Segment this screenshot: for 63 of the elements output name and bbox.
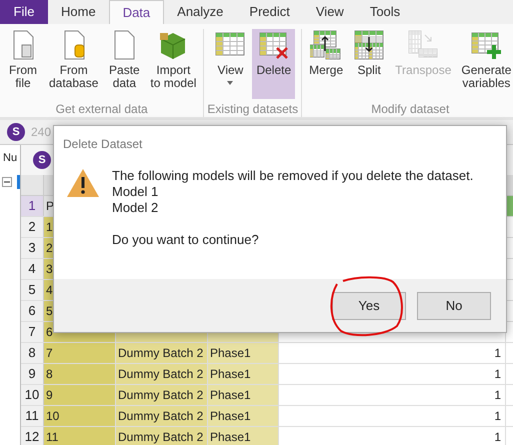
toolbar-text: 240 bbox=[31, 124, 52, 141]
ribbon-tab[interactable]: Data bbox=[108, 0, 164, 24]
table-cell: Dummy Batch 2 bbox=[116, 385, 208, 405]
table-cell: Dummy Batch 2 bbox=[116, 343, 208, 363]
dialog-message: The following models will be removed if you delete the dataset. bbox=[112, 168, 474, 184]
tree-selection bbox=[17, 175, 20, 189]
table-cell: Phase1 bbox=[208, 427, 279, 445]
row-number: 4 bbox=[21, 259, 44, 279]
row-number: 8 bbox=[21, 343, 44, 363]
row-number: 2 bbox=[21, 217, 44, 237]
table-cell: Dummy Batch 2 bbox=[116, 427, 208, 445]
table-cell: Phase1 bbox=[208, 385, 279, 405]
table-cell: Dummy Batch 2 bbox=[116, 406, 208, 426]
app-badge: S bbox=[33, 151, 51, 169]
ribbon-button[interactable]: From file bbox=[3, 29, 43, 99]
table-cell: 7 bbox=[44, 343, 116, 363]
table-cell: Phase1 bbox=[208, 406, 279, 426]
row-number: 10 bbox=[21, 385, 44, 405]
row-number: 6 bbox=[21, 301, 44, 321]
merge-icon bbox=[310, 29, 342, 61]
table-cell: 1 bbox=[279, 343, 506, 363]
table-cell: 10 bbox=[44, 406, 116, 426]
row-number: 1 bbox=[21, 196, 44, 216]
pane-header: Nu bbox=[2, 150, 18, 166]
ribbon-button[interactable]: Paste data bbox=[104, 29, 144, 99]
table-cell: 1 bbox=[279, 385, 506, 405]
row-number: 9 bbox=[21, 364, 44, 384]
table-cell: Phase1 bbox=[208, 343, 279, 363]
app-badge: S bbox=[7, 123, 25, 141]
row-number: 7 bbox=[21, 322, 44, 342]
table-cell: Dummy Batch 2 bbox=[116, 364, 208, 384]
row-number: 12 bbox=[21, 427, 44, 445]
row-number: 5 bbox=[21, 280, 44, 300]
table-cell: 1 bbox=[279, 427, 506, 445]
table-cell: 9 bbox=[44, 385, 116, 405]
ribbon-tab[interactable]: View bbox=[302, 0, 357, 24]
split-icon bbox=[353, 29, 386, 61]
ribbon-tab[interactable]: Home bbox=[48, 0, 109, 24]
row-number: 3 bbox=[21, 238, 44, 258]
ribbon-tab[interactable]: Tools bbox=[356, 0, 414, 24]
ribbon-tab[interactable]: Predict bbox=[236, 0, 303, 24]
group-label: Existing datasets bbox=[207, 101, 298, 118]
ribbon-button[interactable]: Import to model bbox=[146, 29, 200, 99]
ribbon-button[interactable]: From database bbox=[45, 29, 102, 99]
dialog-button[interactable]: No bbox=[417, 292, 491, 320]
dialog-title: Delete Dataset bbox=[63, 136, 142, 153]
ribbon-button[interactable]: Split bbox=[349, 29, 390, 99]
ribbon-tab[interactable]: Analyze bbox=[164, 0, 236, 24]
file-menu[interactable]: File bbox=[0, 0, 48, 24]
table-cell: 1 bbox=[279, 406, 506, 426]
table-cell: 1 bbox=[279, 364, 506, 384]
table-cell: Phase1 bbox=[208, 364, 279, 384]
warning-icon bbox=[66, 168, 100, 198]
row-number: 11 bbox=[21, 406, 44, 426]
ribbon-button[interactable]: View bbox=[210, 29, 250, 99]
dialog-button[interactable]: Yes bbox=[332, 292, 406, 320]
ribbon-button[interactable]: Delete bbox=[252, 29, 296, 99]
group-label: Modify dataset bbox=[371, 101, 450, 118]
ribbon-button[interactable]: Merge bbox=[305, 29, 348, 99]
table-cell: 8 bbox=[44, 364, 116, 384]
table-cell: 11 bbox=[44, 427, 116, 445]
group-label: Get external data bbox=[56, 101, 148, 118]
ribbon-button[interactable]: Generate variables bbox=[457, 29, 513, 99]
